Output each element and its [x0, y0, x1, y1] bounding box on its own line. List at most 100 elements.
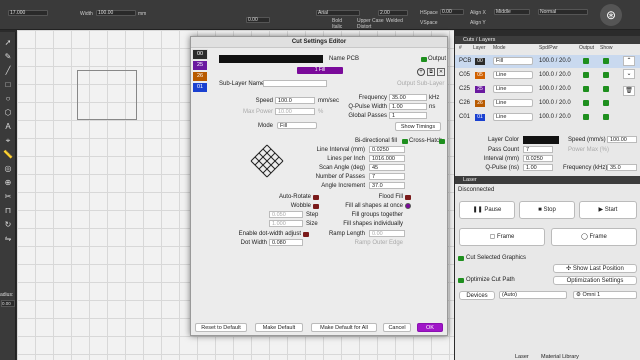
sublayer-name-input[interactable]	[263, 80, 327, 87]
wobble-toggle[interactable]	[313, 204, 319, 209]
make-default-all-button[interactable]: Make Default for All	[311, 323, 377, 332]
top-toolbar: 17.000 Width 100.00 mm 0.00 Arial 2.00 B…	[0, 0, 640, 30]
style-select[interactable]: Normal	[538, 9, 588, 15]
dotwidth-adjust-toggle[interactable]	[303, 232, 309, 237]
sublayer-tag[interactable]: 1 Fill	[297, 67, 343, 74]
hspace-field[interactable]: 0.00	[440, 9, 464, 15]
lpi-input[interactable]: 1016.000	[369, 155, 405, 162]
polygon-tool-icon[interactable]: ⬡	[3, 108, 13, 118]
mirror-tool-icon[interactable]: ⇋	[3, 234, 13, 244]
flood-fill-toggle[interactable]	[405, 195, 411, 200]
line-tool-icon[interactable]: ╱	[3, 66, 13, 76]
font-select[interactable]: Arial	[316, 10, 360, 16]
speed-panel-input[interactable]: 100.00	[607, 136, 637, 143]
make-default-button[interactable]: Make Default	[255, 323, 303, 332]
fill-all-radio[interactable]	[405, 203, 411, 209]
pos-x-field[interactable]: 17.000	[8, 10, 48, 16]
rotate-tool-icon[interactable]: ↻	[3, 220, 13, 230]
crosshatch-toggle[interactable]	[439, 139, 445, 144]
layer-row-c05[interactable]: C05 05 Line 100.0 / 20.0	[455, 69, 640, 82]
output-toggle[interactable]	[421, 57, 427, 62]
offset-tool-icon[interactable]: ◎	[3, 164, 13, 174]
cancel-button[interactable]: Cancel	[383, 323, 411, 332]
vspace-label: VSpace	[420, 20, 438, 26]
layer-row-c01[interactable]: C01 01 Line 100.0 / 20.0	[455, 111, 640, 124]
start-button[interactable]: ▶ Start	[579, 201, 637, 219]
ok-button[interactable]: OK	[417, 323, 443, 332]
frame-circle-button[interactable]: ◯ Frame	[551, 228, 637, 246]
speed-input[interactable]: 100.0	[275, 97, 315, 104]
layer-tab-00[interactable]: 00	[192, 49, 208, 60]
reset-default-button[interactable]: Reset to Default	[195, 323, 247, 332]
port-select[interactable]: (Auto)	[499, 291, 567, 299]
layer-row-c26[interactable]: C26 26 Line 100.0 / 20.0	[455, 97, 640, 110]
select-tool-icon[interactable]: ➚	[3, 38, 13, 48]
max-power-label: Max Power	[242, 109, 273, 115]
bidirectional-toggle[interactable]	[402, 139, 408, 144]
frame-button[interactable]: ▢ Frame	[459, 228, 545, 246]
move-up-icon[interactable]: ⌃	[623, 56, 635, 66]
trim-tool-icon[interactable]: ✂	[3, 192, 13, 202]
global-passes-input[interactable]: 1	[389, 112, 427, 119]
frequency-panel-input[interactable]: 35.0	[607, 164, 637, 171]
delete-layer-icon[interactable]: 🗑	[623, 86, 635, 96]
cut-selected-toggle[interactable]	[458, 256, 464, 261]
optimize-toggle[interactable]	[458, 278, 464, 283]
qpulse-panel-input[interactable]: 1.00	[523, 164, 553, 171]
tab-material-library[interactable]: Material Library	[541, 354, 579, 360]
layer-tab-26[interactable]: 26	[193, 72, 207, 81]
wobble-size-input[interactable]: 1.000	[269, 220, 303, 227]
width-field[interactable]: 100.00	[96, 10, 136, 16]
num-passes-input[interactable]: 7	[369, 173, 405, 180]
welded-label[interactable]: Welded	[386, 18, 403, 24]
frequency-input[interactable]: 35.00	[389, 94, 427, 101]
dotwidth-input[interactable]: 0.080	[269, 239, 303, 246]
layer-row-pcb[interactable]: PCB 00 Fill 100.0 / 20.0	[455, 55, 640, 68]
mode-select[interactable]: Fill	[277, 122, 317, 129]
rotate-field[interactable]: 0.00	[246, 17, 270, 23]
cut-selected-label: Cut Selected Graphics	[466, 255, 527, 261]
pcb-shape[interactable]	[77, 70, 137, 120]
scan-angle-label: Scan Angle (deg)	[318, 165, 365, 171]
wobble-step-input[interactable]: 0.050	[269, 211, 303, 218]
tab-tool-icon[interactable]: ⊓	[3, 206, 13, 216]
ellipse-tool-icon[interactable]: ○	[3, 94, 13, 104]
layer-tab-01[interactable]: 01	[193, 83, 207, 92]
angle-increment-input[interactable]: 37.0	[369, 182, 405, 189]
optimization-settings-button[interactable]: Optimization Settings	[553, 276, 637, 285]
radius-field[interactable]: 0.00	[1, 300, 15, 307]
device-select[interactable]: ⚙ Omni 1	[573, 291, 637, 299]
layer-color-swatch[interactable]	[523, 136, 559, 144]
position-laser-icon[interactable]: ⌖	[3, 136, 13, 146]
layer-color-bar[interactable]	[219, 55, 323, 63]
edit-nodes-icon[interactable]: ✎	[3, 52, 13, 62]
autorotate-toggle[interactable]	[313, 195, 319, 200]
delete-sublayer-icon[interactable]: ✕	[437, 68, 445, 76]
sublayer-name-label: Sub-Layer Name	[219, 81, 265, 87]
rectangle-tool-icon[interactable]: □	[3, 80, 13, 90]
measure-tool-icon[interactable]: 📏	[3, 150, 13, 160]
pause-button[interactable]: ❚❚ Pause	[459, 201, 515, 219]
tab-laser[interactable]: Laser	[515, 354, 529, 360]
ramp-length-input[interactable]: 0.00	[369, 230, 405, 237]
interval-input[interactable]: 0.0250	[523, 155, 553, 162]
layer-row-c25[interactable]: C25 25 Line 100.0 / 20.0	[455, 83, 640, 96]
layer-tab-25[interactable]: 25	[193, 61, 207, 70]
max-power-input[interactable]: 10.00	[275, 108, 315, 115]
weld-tool-icon[interactable]: ⊕	[3, 178, 13, 188]
line-interval-input[interactable]: 0.0250	[369, 146, 405, 153]
copy-sublayer-icon[interactable]: ⧉	[427, 68, 435, 76]
devices-button[interactable]: Devices	[459, 291, 495, 300]
stop-button[interactable]: ■ Stop	[519, 201, 575, 219]
add-sublayer-icon[interactable]: +	[417, 68, 425, 76]
qpulse-input[interactable]: 1.00	[389, 103, 427, 110]
move-down-icon[interactable]: ⌄	[623, 69, 635, 79]
show-timings-button[interactable]: Show Timings	[395, 122, 441, 131]
text-height-field[interactable]: 2.00	[378, 10, 408, 16]
scan-angle-input[interactable]: 45	[369, 164, 405, 171]
show-last-position-button[interactable]: ✣ Show Last Position	[553, 264, 637, 273]
pass-count-input[interactable]: 7	[523, 146, 553, 153]
align-x-select[interactable]: Middle	[494, 9, 530, 15]
crosshatch-label: Cross-Hatch	[409, 138, 443, 144]
text-tool-icon[interactable]: A	[3, 122, 13, 132]
